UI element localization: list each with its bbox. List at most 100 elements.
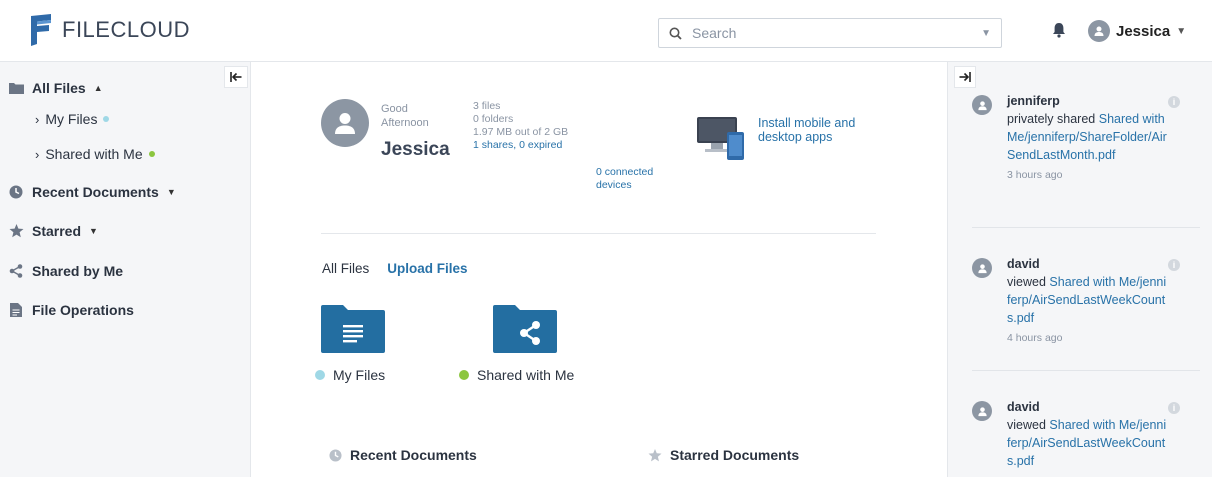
share-icon: [8, 264, 24, 278]
avatar: [321, 99, 369, 147]
greeting-user-name: Jessica: [381, 139, 450, 160]
user-icon: [977, 100, 987, 110]
info-icon[interactable]: i: [1168, 259, 1180, 271]
activity-body: david viewed Shared with Me/jenniferp/Ai…: [1007, 255, 1167, 347]
folder-name: My Files: [333, 367, 386, 383]
sidebar-item-shared-with-me[interactable]: › Shared with Me: [35, 146, 155, 162]
logo-text: FILECLOUD: [62, 17, 190, 42]
shared-with-me-folder-label[interactable]: Shared with Me: [459, 367, 574, 383]
sidebar-item-file-operations[interactable]: File Operations: [8, 302, 134, 318]
divider: [972, 227, 1200, 228]
logo[interactable]: FILECLOUD: [28, 14, 190, 46]
chevron-right-icon: ›: [35, 111, 40, 127]
left-sidebar: All Files ▲ › My Files › Shared with Me …: [0, 62, 251, 477]
status-dot: [103, 116, 110, 122]
tab-upload-files[interactable]: Upload Files: [387, 261, 467, 276]
recent-documents-heading: Recent Documents: [329, 447, 477, 463]
status-dot: [315, 370, 325, 380]
user-icon: [977, 406, 987, 416]
activity-text: viewed Shared with Me/jenniferp/AirSendL…: [1007, 416, 1167, 470]
shares-count-link[interactable]: 1 shares, 0 expired: [473, 139, 573, 152]
sidebar-item-label: My Files: [45, 111, 98, 127]
info-icon[interactable]: i: [1168, 402, 1180, 414]
sidebar-item-recent-documents[interactable]: Recent Documents ▼: [8, 184, 176, 200]
divider: [321, 233, 876, 234]
folder-name: Shared with Me: [477, 367, 575, 383]
top-header: FILECLOUD ▼ Jessica ▼: [0, 0, 1212, 62]
chevron-down-icon: ▼: [1176, 25, 1187, 37]
greeting-text: Good Afternoon: [381, 103, 429, 129]
connected-devices-link[interactable]: 0 connected devices: [596, 166, 674, 192]
activity-body: david viewed Shared with Me/jenniferp/Ai…: [1007, 398, 1167, 470]
sidebar-item-label: Recent Documents: [32, 184, 159, 200]
sidebar-item-my-files[interactable]: › My Files: [35, 111, 110, 127]
info-icon[interactable]: i: [1168, 96, 1180, 108]
user-icon: [335, 113, 355, 134]
file-tabs: All Files Upload Files: [322, 261, 468, 276]
activity-panel: jenniferp privately shared Shared with M…: [947, 62, 1212, 477]
user-icon: [1094, 26, 1104, 36]
main-content: Good Afternoon Jessica 3 files 0 folders…: [251, 62, 947, 477]
user-menu[interactable]: Jessica ▼: [1088, 20, 1186, 42]
folders-count: 0 folders: [473, 113, 514, 125]
sidebar-item-starred[interactable]: Starred ▼: [8, 223, 98, 239]
notification-bell-icon[interactable]: [1052, 22, 1066, 38]
avatar: [972, 258, 992, 278]
sidebar-item-label: Shared with Me: [45, 146, 143, 162]
activity-action: viewed: [1007, 275, 1046, 289]
avatar: [972, 95, 992, 115]
status-dot: [148, 151, 155, 157]
collapse-sidebar-button[interactable]: [224, 66, 248, 88]
collapse-right-icon: [959, 72, 971, 82]
shared-with-me-folder-icon[interactable]: [493, 305, 557, 353]
star-icon: [8, 224, 24, 238]
chevron-right-icon: ›: [35, 146, 40, 162]
storage-stats: 3 files 0 folders 1.97 MB out of 2 GB 1 …: [473, 100, 573, 152]
chevron-down-icon: ▼: [166, 187, 176, 197]
activity-time: 3 hours ago: [1007, 169, 1063, 181]
activity-text: viewed Shared with Me/jenniferp/AirSendL…: [1007, 273, 1167, 327]
activity-user: jenniferp: [1007, 94, 1060, 108]
starred-documents-heading: Starred Documents: [648, 447, 799, 463]
search-input[interactable]: [692, 25, 982, 41]
install-apps-link[interactable]: Install mobile and desktop apps: [758, 116, 878, 144]
files-count: 3 files: [473, 100, 501, 112]
divider: [972, 370, 1200, 371]
sidebar-item-label: Starred: [32, 223, 82, 239]
search-icon: [669, 27, 682, 40]
collapse-activity-button[interactable]: [954, 66, 976, 88]
activity-time: 4 hours ago: [1007, 332, 1063, 344]
document-icon: [8, 303, 24, 317]
avatar: [1088, 20, 1110, 42]
activity-user: david: [1007, 257, 1040, 271]
collapse-left-icon: [230, 72, 242, 82]
chevron-down-icon: ▼: [89, 226, 98, 236]
sidebar-item-shared-by-me[interactable]: Shared by Me: [8, 263, 123, 279]
filecloud-logo-icon: [31, 14, 51, 46]
sidebar-item-all-files[interactable]: All Files ▲: [8, 80, 103, 96]
section-title: Starred Documents: [670, 447, 800, 463]
chevron-up-icon: ▲: [93, 83, 103, 93]
activity-action: privately shared: [1007, 112, 1096, 126]
folder-icon: [8, 82, 24, 94]
tab-all-files[interactable]: All Files: [322, 261, 369, 276]
sidebar-item-label: Shared by Me: [32, 263, 124, 279]
sidebar-item-label: File Operations: [32, 302, 134, 318]
clock-icon: [329, 448, 342, 462]
clock-icon: [8, 185, 24, 199]
user-icon: [977, 263, 987, 273]
activity-user: david: [1007, 400, 1040, 414]
sidebar-item-label: All Files: [32, 80, 86, 96]
avatar: [972, 401, 992, 421]
storage-usage: 1.97 MB out of 2 GB: [473, 126, 569, 138]
shares-count: 1 shares, 0 expired: [473, 139, 563, 151]
search-dropdown-icon[interactable]: ▼: [981, 28, 991, 39]
user-name: Jessica: [1116, 22, 1171, 40]
search-box[interactable]: ▼: [658, 18, 1002, 48]
my-files-folder-icon[interactable]: [321, 305, 385, 353]
devices-icon: [697, 117, 744, 160]
activity-body: jenniferp privately shared Shared with M…: [1007, 92, 1167, 184]
star-icon: [648, 448, 662, 461]
my-files-folder-label[interactable]: My Files: [315, 367, 385, 383]
activity-action: viewed: [1007, 418, 1046, 432]
